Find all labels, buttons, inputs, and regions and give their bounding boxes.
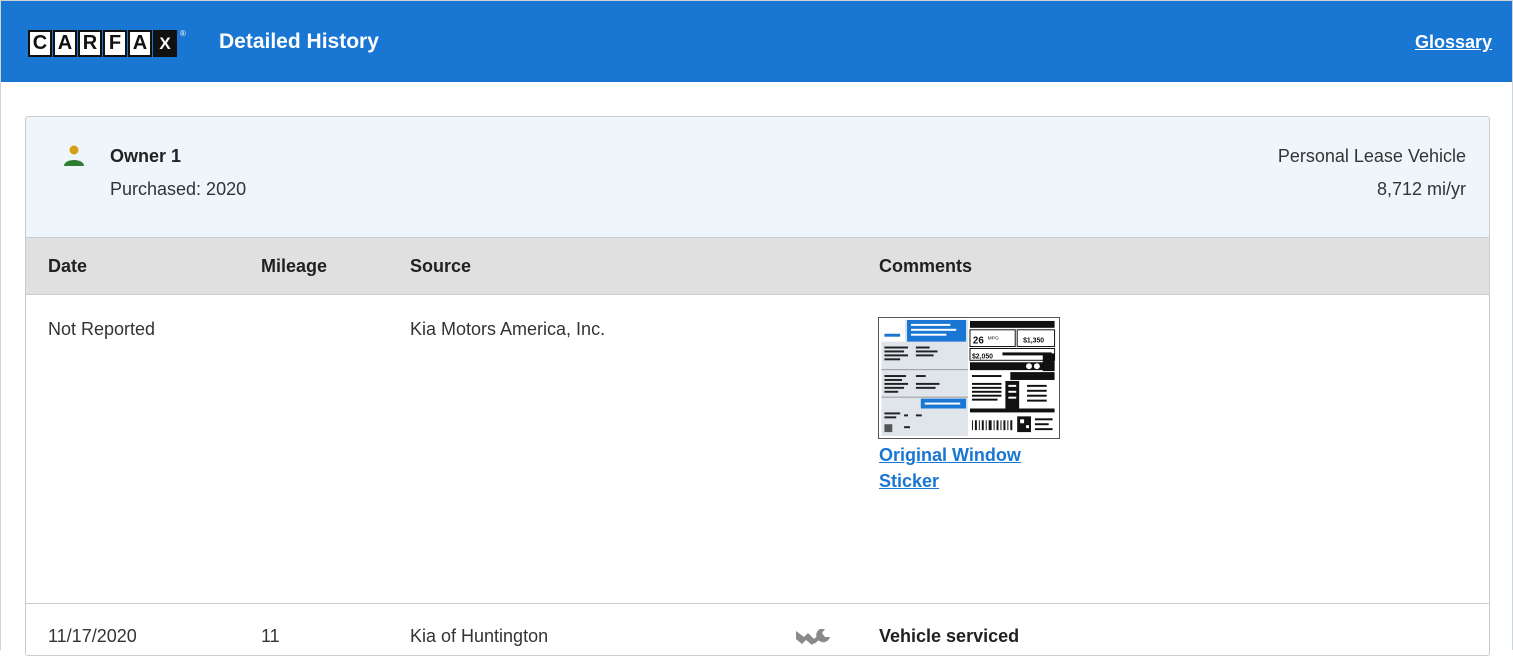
owner-summary: Owner 1 Purchased: 2020 Personal Lease V… xyxy=(26,117,1489,238)
top-bar: C A R F A X ® Detailed History Glossary xyxy=(0,0,1513,82)
column-header-mileage: Mileage xyxy=(261,256,328,276)
owner-name: Owner 1 xyxy=(110,146,182,166)
logo-letter: F xyxy=(103,30,127,57)
row-source: Kia Motors America, Inc. xyxy=(410,319,606,339)
column-header-source: Source xyxy=(410,256,472,276)
row-source: Kia of Huntington xyxy=(410,626,549,646)
registered-mark: ® xyxy=(180,29,186,38)
window-sticker-thumbnail[interactable]: 26 MPG $1,350 $2,050 xyxy=(878,317,1060,439)
logo-letter: C xyxy=(28,30,52,57)
carfax-logo: C A R F A X ® xyxy=(28,29,186,58)
logo-letter: R xyxy=(78,30,102,57)
person-icon xyxy=(64,145,84,166)
table-row: Not Reported Kia Motors America, Inc. 26 xyxy=(26,295,1489,604)
owner-miles-per-year: 8,712 mi/yr xyxy=(1376,179,1466,199)
glossary-link[interactable]: Glossary xyxy=(1415,32,1492,53)
original-window-sticker-link[interactable]: Original Window Sticker xyxy=(879,442,1069,494)
row-date: 11/17/2020 xyxy=(48,626,137,646)
logo-letter: A xyxy=(128,30,152,57)
wrench-icon xyxy=(796,629,830,645)
sticker-mpg-value: 26 xyxy=(973,336,984,347)
logo-letter: X xyxy=(153,30,177,57)
column-header-date: Date xyxy=(48,256,88,276)
sticker-cost-value: $2,050 xyxy=(972,353,993,360)
logo-letter: A xyxy=(53,30,77,57)
sticker-savings-value: $1,350 xyxy=(1023,338,1044,345)
row-comment: Vehicle serviced xyxy=(879,626,1020,646)
owner-type: Personal Lease Vehicle xyxy=(1277,146,1466,166)
owner-purchased: Purchased: 2020 xyxy=(110,179,247,199)
row-mileage: 11 xyxy=(261,626,280,646)
sticker-mpg-unit: MPG xyxy=(988,336,999,342)
row-date: Not Reported xyxy=(48,319,156,339)
owner-history-card: Owner 1 Purchased: 2020 Personal Lease V… xyxy=(25,116,1490,656)
table-header: Date Mileage Source Comments xyxy=(26,238,1489,295)
table-row: 11/17/2020 11 Kia of Huntington Vehicle … xyxy=(26,604,1489,655)
page-title: Detailed History xyxy=(219,30,379,53)
column-header-comments: Comments xyxy=(879,256,973,276)
